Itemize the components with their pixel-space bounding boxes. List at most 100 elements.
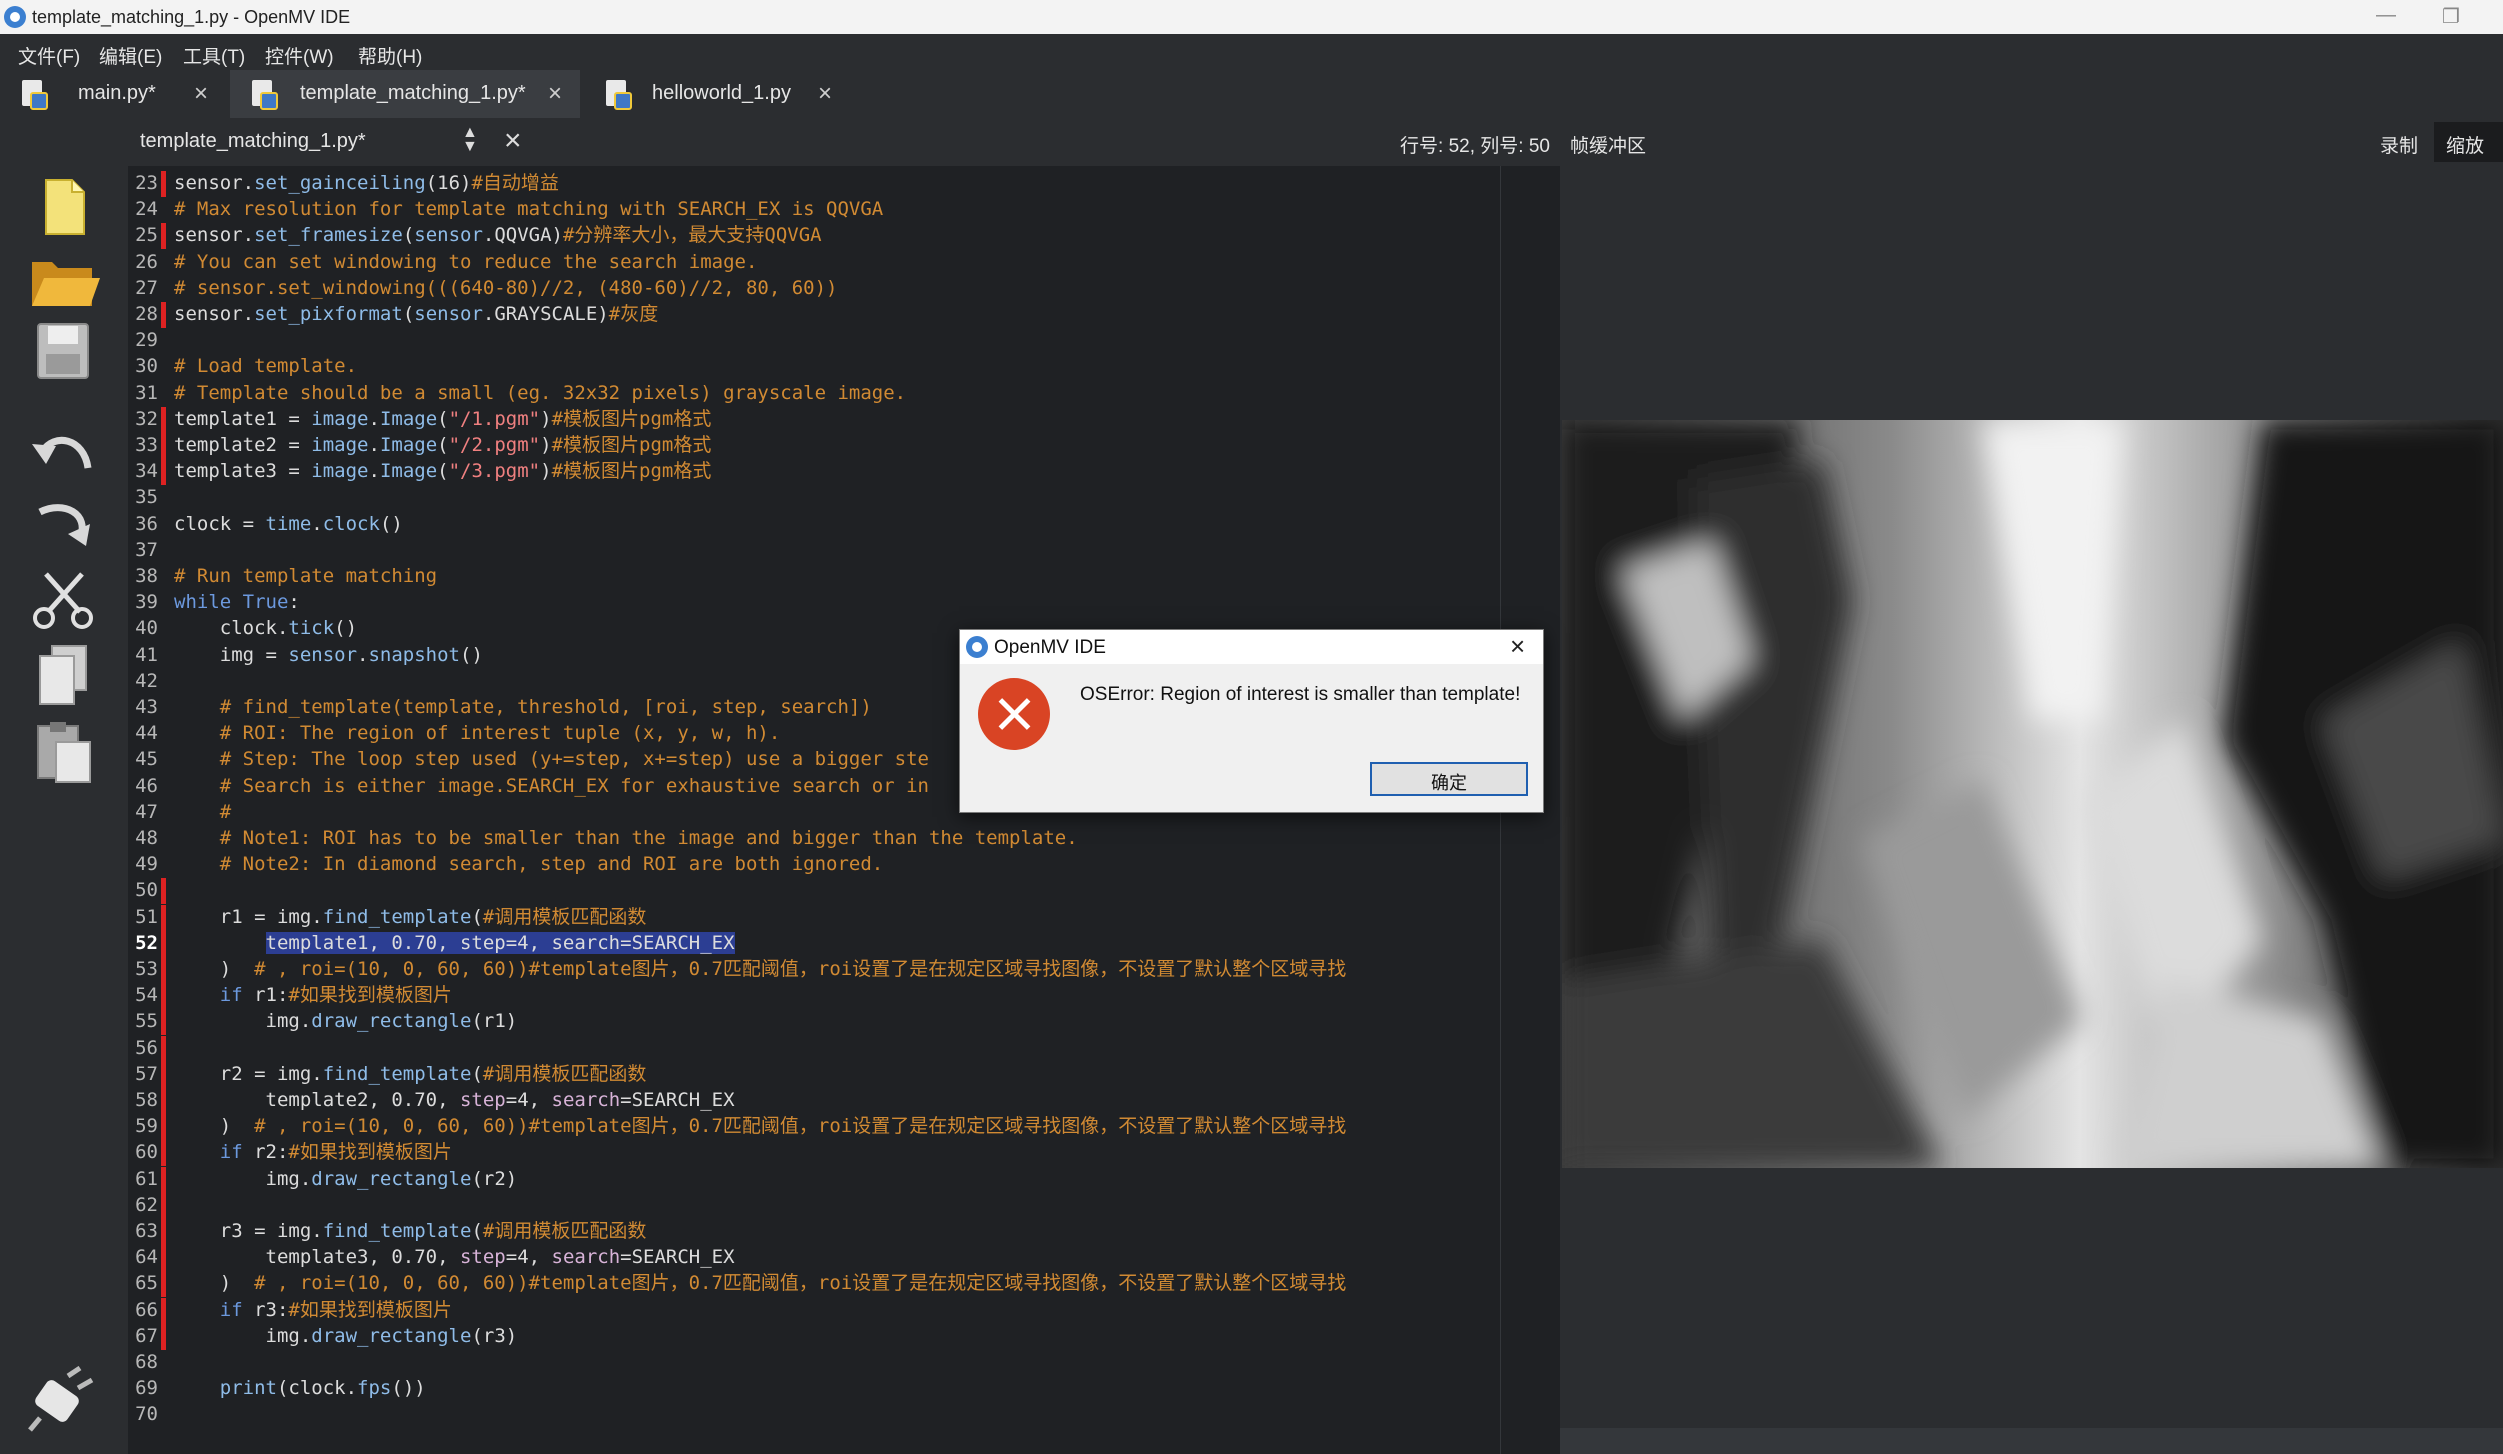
close-icon[interactable]: × [818, 80, 832, 108]
new-file-icon[interactable] [24, 174, 104, 240]
frame-buffer-scrollbar[interactable] [1560, 1428, 2503, 1454]
cut-icon[interactable] [24, 566, 104, 632]
code-token: .QQVGA) [482, 224, 563, 247]
code-line[interactable]: sensor.set_pixformat(sensor.GRAYSCALE)#灰… [174, 301, 658, 327]
code-line[interactable]: if r3:#如果找到模板图片 [174, 1297, 452, 1323]
modified-line-marker [161, 1114, 166, 1141]
code-line[interactable]: # You can set windowing to reduce the se… [174, 249, 757, 275]
menu-help[interactable]: 帮助(H) [358, 42, 422, 69]
code-line[interactable]: r3 = img.find_template(#调用模板匹配函数 [174, 1218, 647, 1244]
code-token: "/3.pgm" [448, 460, 541, 483]
code-line[interactable]: sensor.set_gainceiling(16)#自动增益 [174, 170, 559, 196]
copy-icon[interactable] [24, 642, 104, 708]
line-number: 60 [135, 1141, 158, 1164]
code-line[interactable]: ) # , roi=(10, 0, 60, 60))#template图片，0.… [174, 1270, 1346, 1296]
modified-line-marker [161, 1009, 166, 1036]
restore-icon[interactable]: ❐ [2442, 4, 2460, 29]
code-token: # Run template matching [174, 565, 438, 587]
python-file-icon [606, 80, 632, 110]
code-line[interactable]: if r1:#如果找到模板图片 [174, 982, 452, 1008]
code-line[interactable]: template3 = image.Image("/3.pgm")#模板图片pg… [174, 458, 711, 484]
code-line[interactable]: # find_template(template, threshold, [ro… [174, 694, 872, 720]
code-token: clock = [174, 512, 266, 535]
code-line[interactable]: # Run template matching [174, 563, 437, 589]
dialog-title-bar: OpenMV IDE × [960, 630, 1543, 664]
code-token: search [551, 1246, 621, 1269]
code-line[interactable]: while True: [174, 589, 300, 615]
code-line[interactable]: template2 = image.Image("/2.pgm")#模板图片pg… [174, 432, 711, 458]
code-token: step [459, 1089, 506, 1111]
zoom-button[interactable]: 缩放 [2434, 122, 2503, 162]
ok-button[interactable]: 确定 [1370, 762, 1528, 796]
close-document-icon[interactable]: × [504, 124, 522, 158]
redo-icon[interactable] [24, 490, 104, 556]
code-line[interactable]: ) # , roi=(10, 0, 60, 60))#template图片，0.… [174, 956, 1346, 982]
close-icon[interactable]: × [1510, 631, 1525, 662]
modified-line-marker [161, 983, 166, 1010]
code-line[interactable]: # Step: The loop step used (y+=step, x+=… [174, 746, 929, 772]
close-icon[interactable]: × [548, 80, 562, 108]
code-line[interactable]: # ROI: The region of interest tuple (x, … [174, 720, 781, 746]
undo-icon[interactable] [24, 418, 104, 484]
code-line[interactable]: # Template should be a small (eg. 32x32 … [174, 380, 906, 406]
menu-widgets[interactable]: 控件(W) [265, 42, 334, 69]
code-line[interactable]: img.draw_rectangle(r2) [174, 1166, 518, 1192]
code-line[interactable]: # Note2: In diamond search, step and ROI… [174, 851, 883, 877]
open-file-icon[interactable] [24, 248, 104, 314]
code-line[interactable]: template1 = image.Image("/1.pgm")#模板图片pg… [174, 406, 711, 432]
line-number: 26 [135, 250, 158, 273]
code-line[interactable]: # Search is either image.SEARCH_EX for e… [174, 773, 929, 799]
code-line[interactable]: template2, 0.70, step=4, search=SEARCH_E… [174, 1087, 735, 1113]
code-token: =4, [505, 1246, 552, 1269]
code-line[interactable]: img.draw_rectangle(r1) [174, 1008, 518, 1034]
code-token: # You can set windowing to reduce the se… [174, 250, 758, 273]
menu-bar: 文件(F) 编辑(E) 工具(T) 控件(W) 帮助(H) [0, 34, 2503, 70]
code-line[interactable]: ) # , roi=(10, 0, 60, 60))#template图片，0.… [174, 1113, 1346, 1139]
code-line[interactable]: if r2:#如果找到模板图片 [174, 1139, 452, 1165]
code-token: if [219, 1141, 243, 1164]
code-token: ( [437, 434, 449, 456]
code-token: # Load template. [174, 355, 358, 378]
line-number: 61 [135, 1167, 158, 1190]
menu-edit[interactable]: 编辑(E) [99, 42, 162, 69]
code-line[interactable]: clock = time.clock() [174, 511, 403, 537]
code-line[interactable]: r1 = img.find_template(#调用模板匹配函数 [174, 904, 647, 930]
python-file-icon [252, 80, 278, 110]
modified-line-marker [161, 1297, 166, 1324]
paste-icon[interactable] [24, 718, 104, 784]
record-button[interactable]: 录制 [2380, 131, 2418, 158]
code-line[interactable]: # [174, 799, 231, 825]
line-number: 69 [135, 1377, 158, 1400]
tab-template-matching[interactable]: template_matching_1.py* × [230, 70, 580, 118]
close-icon[interactable]: × [194, 80, 208, 108]
tab-helloworld[interactable]: helloworld_1.py × [582, 70, 862, 118]
save-icon[interactable] [24, 318, 104, 384]
line-number: 34 [135, 460, 158, 483]
tab-main-py[interactable]: main.py* × [0, 70, 228, 118]
code-token: : [288, 591, 300, 614]
code-token: # Note2: In diamond search, step and ROI… [174, 853, 884, 876]
line-number: 52 [135, 931, 158, 954]
code-token: #模板图片pgm格式 [551, 460, 712, 483]
code-token: ) [174, 1115, 255, 1138]
code-line[interactable]: # Max resolution for template matching w… [174, 196, 883, 222]
code-line[interactable]: r2 = img.find_template(#调用模板匹配函数 [174, 1061, 647, 1087]
code-token: .GRAYSCALE) [482, 303, 609, 325]
connect-icon[interactable] [24, 1365, 104, 1432]
code-line[interactable]: clock.tick() [174, 615, 357, 641]
code-line[interactable]: # Load template. [174, 353, 357, 379]
code-line[interactable]: sensor.set_framesize(sensor.QQVGA)#分辨率大小… [174, 222, 822, 248]
minimize-icon[interactable]: — [2376, 4, 2396, 27]
code-line[interactable]: img.draw_rectangle(r3) [174, 1323, 518, 1349]
code-line[interactable]: print(clock.fps()) [174, 1375, 426, 1401]
code-line[interactable]: template1, 0.70, step=4, search=SEARCH_E… [174, 930, 735, 956]
code-line[interactable]: # sensor.set_windowing(((640-80)//2, (48… [174, 275, 837, 301]
document-switch-icon[interactable]: ▲ ▼ [462, 125, 478, 155]
code-line[interactable]: img = sensor.snapshot() [174, 642, 483, 668]
code-line[interactable]: template3, 0.70, step=4, search=SEARCH_E… [174, 1244, 735, 1270]
code-line[interactable]: # Note1: ROI has to be smaller than the … [174, 825, 1078, 851]
menu-file[interactable]: 文件(F) [18, 42, 80, 69]
menu-tools[interactable]: 工具(T) [183, 42, 245, 69]
document-select[interactable]: template_matching_1.py* [140, 130, 366, 153]
